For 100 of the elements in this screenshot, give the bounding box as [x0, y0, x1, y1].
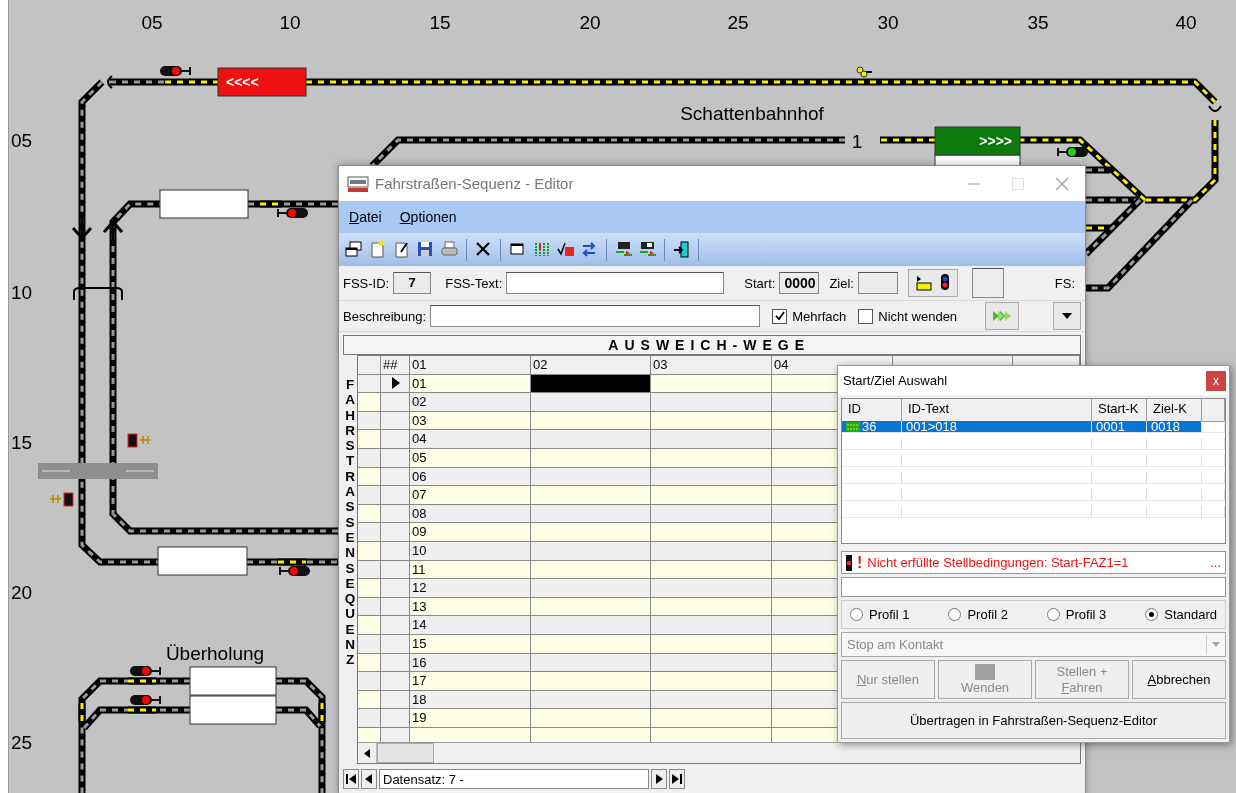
previous-record-button[interactable] [361, 769, 377, 789]
grid-cell[interactable] [358, 616, 381, 635]
route-icon [846, 420, 860, 433]
field-label: FSS-Text: [445, 275, 503, 291]
save-icon[interactable] [416, 240, 435, 259]
column-header: 02 [531, 356, 651, 375]
vertical-label: FAHRSTRASSENSEQUENZ [343, 376, 357, 670]
locomotive-arrows-icon[interactable] [614, 240, 633, 259]
signal-icon [846, 554, 852, 571]
grid-cell[interactable] [358, 486, 381, 505]
row-label: 10 [11, 282, 33, 303]
close-button[interactable]: x [1206, 370, 1226, 391]
grid-cell[interactable] [651, 616, 772, 635]
checkbox[interactable] [772, 308, 788, 324]
windows-icon[interactable] [344, 240, 363, 259]
table-cell [1202, 438, 1225, 451]
track-icon [914, 274, 933, 292]
grid-cell[interactable] [651, 579, 772, 598]
buffer-stop-icon [1208, 105, 1222, 112]
grid-cell[interactable] [358, 709, 381, 728]
transfer-button[interactable]: Übertragen in Fahrstraßen-Sequenz-Editor [841, 702, 1226, 739]
id-field[interactable]: 7 [393, 272, 432, 294]
column-label: 35 [1027, 12, 1049, 33]
row-pointer-icon [392, 377, 400, 390]
table-cell[interactable]: 0018 [1147, 421, 1202, 434]
grid-cell[interactable] [531, 616, 651, 635]
radio-button[interactable] [948, 607, 962, 621]
table-cell [1202, 455, 1225, 468]
number-check-icon[interactable] [556, 240, 575, 259]
exit-door-icon[interactable] [672, 240, 691, 259]
grid-cell[interactable] [531, 393, 651, 412]
description-field[interactable] [430, 305, 761, 327]
next-record-button[interactable] [651, 769, 667, 789]
grid-cell[interactable] [531, 523, 651, 542]
radio-label: Profil 3 [1065, 606, 1107, 622]
dropdown-button[interactable] [1053, 302, 1081, 330]
table-cell[interactable]: 0001 [1092, 421, 1147, 434]
grid-cell[interactable] [531, 672, 651, 691]
track-label: Schattenbahnhof [680, 103, 824, 124]
column-label: 10 [279, 12, 301, 33]
action-button[interactable]: Abbrechen [1132, 660, 1226, 700]
last-record-button[interactable] [669, 769, 685, 789]
grid-cell[interactable] [358, 430, 381, 449]
radio-button[interactable] [1145, 607, 1159, 621]
grid-cell[interactable] [531, 579, 651, 598]
print-icon[interactable] [440, 240, 459, 259]
menu-item[interactable]: Optionen [399, 209, 457, 225]
new-file-icon[interactable] [368, 240, 387, 259]
app-logo-icon [347, 173, 369, 194]
row-number: 14 [410, 616, 531, 635]
column-label: 05 [141, 12, 163, 33]
edit-file-icon[interactable] [392, 240, 411, 259]
signal-button[interactable] [907, 269, 958, 297]
column-header [358, 356, 381, 375]
forward-button[interactable] [985, 302, 1020, 330]
first-record-button[interactable] [343, 769, 359, 789]
row-number: 07 [410, 486, 531, 505]
radio-button[interactable] [1046, 607, 1060, 621]
grid-cell[interactable] [358, 579, 381, 598]
train-block: >>>> [934, 126, 1021, 156]
checkbox[interactable] [858, 308, 874, 324]
grid-cell[interactable] [531, 709, 651, 728]
scroll-thumb[interactable] [377, 743, 434, 763]
grid-cell[interactable] [531, 486, 651, 505]
text-field[interactable] [506, 272, 725, 294]
table-cell[interactable]: 001>018 [902, 421, 1092, 434]
menu-item[interactable]: Datei [349, 209, 382, 225]
grid-cell[interactable] [651, 709, 772, 728]
track-line [880, 136, 935, 144]
column-header: ID [842, 399, 902, 423]
grid-cell[interactable] [358, 672, 381, 691]
grid-icon[interactable] [532, 240, 551, 259]
table-cell [1092, 438, 1147, 451]
target-field[interactable] [857, 272, 898, 294]
radio-button[interactable] [850, 607, 863, 621]
grid-cell[interactable] [651, 430, 772, 449]
grid-cell[interactable] [651, 486, 772, 505]
wagon-arrows-icon[interactable] [638, 240, 657, 259]
grid-cell[interactable] [651, 672, 772, 691]
grid-cell[interactable] [651, 523, 772, 542]
first-record-icon [346, 774, 356, 784]
row-label: 05 [11, 130, 33, 151]
track-label: 1 [851, 131, 863, 152]
column-header: 03 [651, 356, 772, 375]
horizontal-scrollbar[interactable] [358, 742, 1080, 763]
radio-label: Profil 1 [869, 606, 910, 622]
grid-cell[interactable] [358, 523, 381, 542]
table-cell[interactable]: 36 [842, 421, 902, 434]
last-record-icon [672, 774, 682, 784]
table-cell [1147, 506, 1202, 519]
table-cell [842, 438, 902, 451]
grid-cell[interactable] [358, 393, 381, 412]
more-link[interactable]: ... [1210, 555, 1221, 571]
grid-cell[interactable] [651, 393, 772, 412]
grid-cell[interactable] [531, 430, 651, 449]
signal-icon [130, 695, 161, 705]
start-field[interactable]: 0000 [779, 272, 820, 294]
row-number: 02 [410, 393, 531, 412]
close-icon[interactable] [1055, 176, 1069, 191]
train-block: <<<< [217, 67, 307, 97]
